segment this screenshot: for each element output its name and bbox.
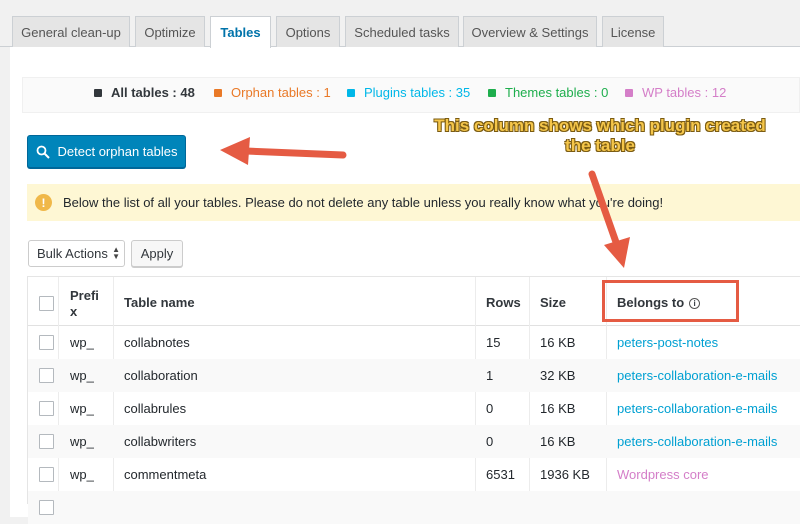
row-size: 16 KB	[540, 401, 576, 416]
table-row: wp_ collabrules 0 16 KB peters-collabora…	[28, 392, 800, 425]
row-belongs-to[interactable]: Wordpress core	[617, 467, 709, 482]
count-orphan-tables-label: Orphan tables : 1	[231, 85, 331, 100]
annotation-line1: This column shows which plugin created	[434, 116, 766, 135]
warning-notice: ! Below the list of all your tables. Ple…	[27, 184, 800, 221]
search-icon	[36, 145, 50, 159]
row-size: 1936 KB	[540, 467, 590, 482]
tab-overview-settings[interactable]: Overview & Settings	[463, 16, 597, 47]
table-row: wp_ collabwriters 0 16 KB peters-collabo…	[28, 425, 800, 458]
row-table-name: collabwriters	[124, 434, 197, 449]
plugins-tables-square-icon	[347, 88, 355, 97]
annotation-text: This column shows which plugin created t…	[410, 116, 790, 156]
row-rows: 6531	[486, 467, 515, 482]
apply-button[interactable]: Apply	[131, 240, 183, 267]
row-checkbox[interactable]	[39, 401, 54, 416]
annotation-line2: the table	[565, 136, 635, 155]
bulk-actions-select[interactable]: Bulk Actions ▲ ▼	[28, 240, 125, 267]
count-orphan-tables[interactable]: Orphan tables : 1	[214, 85, 331, 100]
row-belongs-to[interactable]: peters-post-notes	[617, 335, 718, 350]
row-table-name: collaboration	[124, 368, 198, 383]
tab-options[interactable]: Options	[276, 16, 340, 47]
select-arrows-icon: ▲ ▼	[112, 245, 120, 261]
row-checkbox[interactable]	[39, 434, 54, 449]
prefix-header-line2: x	[70, 304, 78, 319]
wp-tables-square-icon	[625, 88, 633, 97]
detect-orphan-tables-button[interactable]: Detect orphan tables	[27, 135, 186, 168]
row-belongs-to[interactable]: peters-collaboration-e-mails	[617, 368, 777, 383]
tab-general-clean-up[interactable]: General clean-up	[12, 16, 130, 47]
row-size: 16 KB	[540, 434, 576, 449]
themes-tables-square-icon	[488, 88, 496, 97]
bulk-actions-value: Bulk Actions	[37, 246, 108, 261]
row-checkbox[interactable]	[39, 467, 54, 482]
row-prefix: wp_	[70, 434, 94, 449]
row-size: 16 KB	[540, 335, 576, 350]
row-checkbox[interactable]	[39, 500, 54, 515]
detect-orphan-tables-label: Detect orphan tables	[57, 144, 178, 159]
row-table-name: collabnotes	[124, 335, 190, 350]
tab-license[interactable]: License	[602, 16, 664, 47]
column-header-prefix[interactable]: Prefi x	[70, 288, 99, 320]
notice-text: Below the list of all your tables. Pleas…	[63, 195, 664, 210]
row-prefix: wp_	[70, 467, 94, 482]
column-header-rows[interactable]: Rows	[486, 295, 521, 310]
count-all-tables[interactable]: All tables : 48	[94, 85, 195, 100]
row-belongs-to[interactable]: peters-collaboration-e-mails	[617, 434, 777, 449]
column-header-size[interactable]: Size	[540, 295, 566, 310]
warning-icon: !	[35, 194, 52, 211]
select-all-checkbox[interactable]	[39, 296, 54, 311]
row-prefix: wp_	[70, 401, 94, 416]
table-row: wp_ collaboration 1 32 KB peters-collabo…	[28, 359, 800, 392]
count-all-tables-label: All tables : 48	[111, 85, 195, 100]
orphan-tables-square-icon	[214, 88, 222, 97]
prefix-header-line1: Prefi	[70, 288, 99, 303]
count-wp-tables-label: WP tables : 12	[642, 85, 727, 100]
count-themes-tables[interactable]: Themes tables : 0	[488, 85, 608, 100]
row-prefix: wp_	[70, 368, 94, 383]
row-table-name: collabrules	[124, 401, 187, 416]
tab-bar: General clean-up Optimize Tables Options…	[0, 0, 800, 48]
table-row	[28, 491, 800, 524]
row-prefix: wp_	[70, 335, 94, 350]
row-rows: 0	[486, 401, 494, 416]
belongs-to-highlight-box	[602, 280, 739, 322]
row-belongs-to[interactable]: peters-collaboration-e-mails	[617, 401, 777, 416]
count-plugins-tables-label: Plugins tables : 35	[364, 85, 471, 100]
row-checkbox[interactable]	[39, 335, 54, 350]
count-themes-tables-label: Themes tables : 0	[505, 85, 609, 100]
row-table-name: commentmeta	[124, 467, 207, 482]
tab-tables[interactable]: Tables	[210, 16, 271, 48]
all-tables-square-icon	[94, 88, 102, 97]
row-rows: 15	[486, 335, 501, 350]
tab-scheduled-tasks[interactable]: Scheduled tasks	[345, 16, 459, 47]
row-checkbox[interactable]	[39, 368, 54, 383]
count-plugins-tables[interactable]: Plugins tables : 35	[347, 85, 470, 100]
row-rows: 0	[486, 434, 494, 449]
table-row: wp_ commentmeta 6531 1936 KB Wordpress c…	[28, 458, 800, 491]
count-wp-tables[interactable]: WP tables : 12	[625, 85, 726, 100]
tab-optimize[interactable]: Optimize	[135, 16, 205, 47]
row-rows: 1	[486, 368, 494, 383]
table-row: wp_ collabnotes 15 16 KB peters-post-not…	[28, 326, 800, 359]
row-size: 32 KB	[540, 368, 576, 383]
column-header-table-name[interactable]: Table name	[124, 295, 195, 310]
